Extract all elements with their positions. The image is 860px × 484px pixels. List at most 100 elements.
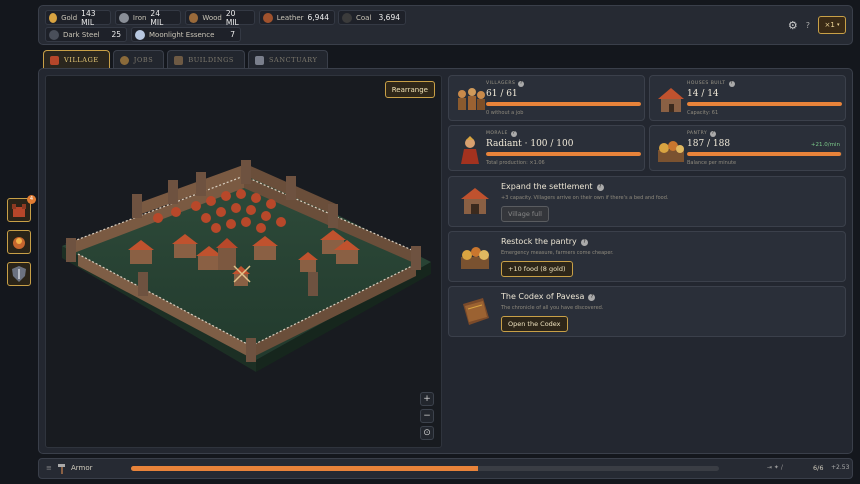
restock-pantry-card: Restock the pantry? Emergency measure, f…: [448, 231, 846, 282]
leather-hide-icon: [263, 12, 273, 23]
village-full-button[interactable]: Village full: [501, 206, 549, 222]
info-icon[interactable]: ?: [728, 81, 735, 87]
zoom-in-button[interactable]: +: [420, 392, 434, 406]
morale-icon: [461, 136, 479, 164]
gold-coin-icon: [49, 12, 58, 23]
houses-bar-fill: [687, 102, 842, 106]
crafting-count: 6/6: [813, 464, 824, 472]
forge-icon: [13, 237, 25, 249]
resource-value: 3,694: [378, 13, 400, 22]
villagers-card: Villagers? 61 / 61 0 without a job: [448, 75, 645, 121]
tab-label: Buildings: [188, 56, 234, 64]
morale-card: Morale? Radiant · 100 / 100 Total produc…: [448, 125, 645, 171]
villagers-label: Villagers?: [486, 81, 525, 87]
shield-icon: [12, 266, 26, 282]
wood-log-icon: [189, 12, 199, 23]
houses-bar: [687, 102, 842, 106]
info-icon[interactable]: ?: [596, 184, 604, 191]
coal-icon: [342, 12, 352, 23]
resource-name: Wood: [202, 13, 222, 22]
resource-name: Coal: [356, 13, 372, 22]
village-map-illustration: [62, 160, 431, 372]
pantry-rate: +21.0/min: [810, 142, 840, 148]
crafting-rate: +2.53: [831, 464, 850, 471]
tab-sanctuary[interactable]: Sanctuary: [247, 50, 329, 69]
tab-village[interactable]: Village: [43, 50, 110, 69]
resource-name: Gold: [61, 13, 78, 22]
action-title: The Codex of Pavesa?: [501, 292, 596, 301]
gear-icon[interactable]: ⚙: [788, 19, 798, 32]
tab-jobs[interactable]: Jobs: [112, 50, 165, 69]
stat-label-text: Houses built: [687, 81, 726, 86]
rearrange-button[interactable]: Rearrange: [384, 81, 435, 98]
houses-value: 14 / 14: [687, 89, 719, 99]
food-basket-icon: [461, 247, 489, 269]
pantry-sub: Balance per minute: [687, 160, 737, 166]
resource-value: 7: [230, 30, 235, 39]
info-icon[interactable]: ?: [510, 131, 517, 137]
sanctuary-icon: [254, 55, 264, 65]
restock-food-button[interactable]: +10 food (8 gold): [501, 261, 573, 277]
jobs-icon: [119, 55, 129, 65]
stat-label-text: Pantry: [687, 131, 708, 136]
tab-label: Jobs: [133, 56, 154, 64]
village-map[interactable]: Rearrange + − ⊙: [45, 75, 442, 448]
resource-name: Moonlight Essence: [149, 30, 215, 39]
iron-ore-icon: [119, 12, 129, 23]
action-title: Restock the pantry?: [501, 237, 588, 246]
house-icon: [658, 88, 684, 112]
morale-sub: Total production: ×1.06: [486, 160, 545, 166]
open-codex-button[interactable]: Open the Codex: [501, 316, 568, 332]
settlement-icon: [461, 188, 489, 214]
resource-name: Iron: [132, 13, 147, 22]
info-icon[interactable]: ?: [580, 239, 588, 246]
tab-buildings[interactable]: Buildings: [167, 50, 245, 69]
speed-value: ×1: [824, 21, 835, 29]
game-speed-select[interactable]: ×1 ▾: [818, 16, 846, 34]
action-title-text: The Codex of Pavesa: [501, 292, 585, 301]
info-icon[interactable]: ?: [710, 131, 717, 137]
resource-name: Leather: [276, 13, 304, 22]
village-icon: [50, 55, 59, 65]
action-title: Expand the settlement?: [501, 182, 604, 191]
side-button-crafting[interactable]: [7, 230, 31, 254]
controls-icons[interactable]: ⇥ ✦ /: [767, 464, 783, 471]
resource-value: 25: [111, 30, 121, 39]
crafting-label: Armor: [71, 464, 93, 472]
stat-label-text: Villagers: [486, 81, 516, 86]
crafting-bar-fill: [131, 466, 478, 471]
resource-value: 24 MIL: [150, 8, 164, 27]
info-icon[interactable]: ?: [588, 294, 596, 301]
header-controls: ⚙ ? ×1 ▾: [788, 16, 846, 34]
pantry-bar-fill: [687, 152, 842, 156]
action-title-text: Expand the settlement: [501, 182, 593, 191]
pantry-bar: [687, 152, 842, 156]
resource-wood: Wood 20 MIL: [185, 9, 255, 27]
houses-card: Houses built? 14 / 14 Capacity: 61: [649, 75, 846, 121]
action-desc: +3 capacity. Villagers arrive on their o…: [501, 195, 669, 201]
fortress-icon: [12, 204, 26, 217]
help-button[interactable]: ?: [806, 21, 810, 30]
action-desc: The chronicle of all you have discovered…: [501, 305, 604, 311]
crafting-progress-bar: ≡ Armor ⇥ ✦ / 6/6 +2.53: [38, 458, 853, 479]
villagers-icon: [458, 88, 485, 110]
book-icon: [463, 298, 489, 325]
info-icon[interactable]: ?: [518, 81, 525, 87]
villagers-bar: [486, 102, 641, 106]
main-tabs: Village Jobs Buildings Sanctuary: [43, 50, 329, 69]
chevron-down-icon: ▾: [837, 22, 840, 28]
zoom-out-button[interactable]: −: [420, 409, 434, 423]
resource-value: 143 MIL: [81, 8, 96, 27]
pantry-card: Pantry? 187 / 188 +21.0/min Balance per …: [649, 125, 846, 171]
menu-icon[interactable]: ≡: [46, 464, 52, 472]
villagers-value: 61 / 61: [486, 89, 518, 99]
morale-value: Radiant · 100 / 100: [486, 139, 574, 149]
expand-settlement-card: Expand the settlement? +3 capacity. Vill…: [448, 176, 846, 227]
villagers-bar-fill: [486, 102, 641, 106]
hammer-icon: [57, 463, 66, 474]
action-title-text: Restock the pantry: [501, 237, 577, 246]
resource-name: Dark Steel: [63, 30, 100, 39]
tab-label: Village: [64, 56, 99, 64]
side-button-armory[interactable]: [7, 262, 31, 286]
center-view-button[interactable]: ⊙: [420, 426, 434, 440]
